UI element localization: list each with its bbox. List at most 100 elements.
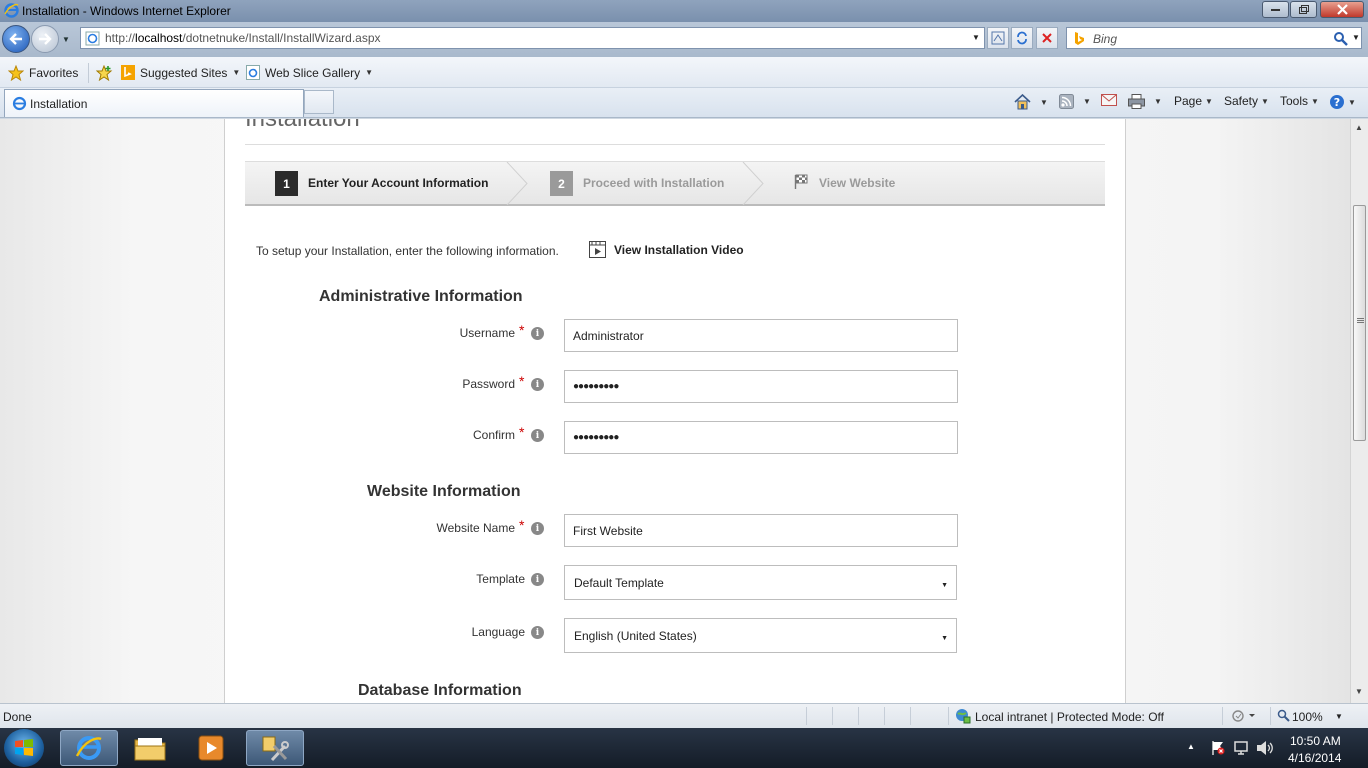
password-input[interactable]: ●●●●●●●●● [564,370,958,403]
safety-menu[interactable]: Safety ▼ [1224,94,1269,108]
language-select[interactable]: English (United States) ▼ [564,618,957,653]
security-zone-icon [955,708,971,724]
address-dropdown-icon[interactable]: ▼ [972,33,980,42]
checkered-flag-icon [794,174,808,189]
step-3[interactable]: View Website [765,162,965,205]
home-icon [1014,94,1031,110]
scroll-up-arrow[interactable]: ▲ [1355,123,1363,132]
suggested-sites-label: Suggested Sites [140,65,228,80]
clock-date[interactable]: 4/16/2014 [1288,751,1341,765]
refresh-button[interactable] [1011,27,1033,49]
chevron-down-icon: ▼ [365,68,374,77]
mail-icon [1101,94,1117,106]
status-text: Done [3,710,32,724]
taskbar-media-player[interactable] [182,730,240,766]
network-icon[interactable] [1233,740,1249,756]
database-info-heading: Database Information [358,682,522,699]
info-icon[interactable]: i [531,573,544,586]
info-icon[interactable]: i [531,429,544,442]
divider [88,63,89,83]
forward-button[interactable] [31,25,59,53]
step-1[interactable]: 1 Enter Your Account Information [245,162,507,205]
intro-text: To setup your Installation, enter the fo… [256,244,559,258]
zoom-level[interactable]: 100% [1292,710,1323,724]
suggested-sites-link[interactable]: Suggested Sites ▼ [121,65,240,80]
compatibility-view-button[interactable] [987,27,1009,49]
wizard-steps: 1 Enter Your Account Information 2 Proce… [245,161,1105,206]
chevron-down-icon: ▼ [941,582,948,589]
page-menu[interactable]: Page ▼ [1174,94,1213,108]
language-label: Language [471,625,525,639]
address-bar[interactable]: http://localhost/dotnetnuke/Install/Inst… [80,27,985,49]
security-zone-text[interactable]: Local intranet | Protected Mode: Off [975,710,1164,724]
step-1-number: 1 [275,171,298,196]
template-select[interactable]: Default Template ▼ [564,565,957,600]
step-1-label: Enter Your Account Information [308,176,489,190]
search-dropdown-icon[interactable]: ▼ [1352,33,1360,42]
window-titlebar: Installation - Windows Internet Explorer [0,0,1368,22]
close-button[interactable] [1320,1,1364,18]
chevron-down-icon: ▼ [1205,96,1213,106]
volume-icon[interactable] [1256,740,1274,756]
windows-logo-icon [15,739,33,756]
info-icon[interactable]: i [531,378,544,391]
back-button[interactable] [2,25,30,53]
minimize-button[interactable] [1262,1,1289,18]
search-box[interactable]: Bing ▼ [1066,27,1362,49]
print-button[interactable]: ▼ [1128,94,1162,109]
rss-feed-icon [1059,94,1074,109]
tools-menu[interactable]: Tools ▼ [1280,94,1319,108]
username-input[interactable]: Administrator [564,319,958,352]
vertical-scrollbar[interactable]: ▲ ▼ [1350,119,1368,703]
view-installation-video-link[interactable]: View Installation Video [589,241,744,258]
info-icon[interactable]: i [531,327,544,340]
status-bar: Done Local intranet | Protected Mode: Of… [0,703,1368,728]
action-center-icon[interactable] [1210,740,1226,756]
website-name-label: Website Name [436,521,515,535]
taskbar-server-tools[interactable] [246,730,304,766]
add-to-favorites-bar-button[interactable] [96,65,113,81]
scrollbar-thumb[interactable] [1353,205,1366,441]
taskbar-internet-explorer[interactable] [60,730,118,766]
recent-pages-icon[interactable]: ▼ [62,35,70,44]
zoom-dropdown-icon[interactable]: ▼ [1335,712,1343,721]
taskbar-file-explorer[interactable] [121,730,179,766]
help-button[interactable]: ? ▼ [1329,94,1356,110]
tab-installation[interactable]: Installation [4,89,304,117]
chevron-down-icon: ▼ [232,68,241,77]
restore-button[interactable] [1290,1,1317,18]
scroll-down-arrow[interactable]: ▼ [1355,687,1363,696]
clock-time[interactable]: 10:50 AM [1290,734,1341,748]
title-divider [245,144,1105,145]
stop-button[interactable] [1036,27,1058,49]
tools-menu-label: Tools [1280,94,1309,108]
confirm-password-input[interactable]: ●●●●●●●●● [564,421,958,454]
new-tab-button[interactable] [304,90,334,114]
zoom-icon [1277,709,1290,722]
favorites-button[interactable]: Favorites [8,65,78,81]
show-hidden-icons[interactable]: ▲ [1187,742,1195,751]
confirm-label: Confirm [472,428,515,442]
tab-row: Installation ▼ ▼ ▼ Page ▼ Safety ▼ Tools… [0,88,1368,118]
taskbar: ▲ 10:50 AM 4/16/2014 [0,728,1368,768]
template-label: Template [476,572,525,586]
privacy-icon[interactable] [1231,709,1255,723]
web-slice-gallery-link[interactable]: Web Slice Gallery ▼ [246,65,373,80]
ie-page-icon [246,65,260,80]
read-mail-button[interactable] [1101,94,1117,106]
start-button[interactable] [4,729,44,767]
website-name-input[interactable]: First Website [564,514,958,547]
svg-text:?: ? [1334,96,1340,109]
web-slice-gallery-label: Web Slice Gallery [265,65,361,80]
feeds-button[interactable]: ▼ [1059,94,1091,109]
required-asterisk: * [519,517,525,533]
step-2[interactable]: 2 Proceed with Installation [529,162,744,205]
website-info-heading: Website Information [367,483,521,500]
info-icon[interactable]: i [531,522,544,535]
search-icon[interactable] [1333,31,1349,47]
info-icon[interactable]: i [531,626,544,639]
home-button[interactable]: ▼ [1014,94,1048,110]
video-link-label: View Installation Video [614,242,744,257]
step-3-label: View Website [819,176,896,190]
page-icon [85,31,100,46]
